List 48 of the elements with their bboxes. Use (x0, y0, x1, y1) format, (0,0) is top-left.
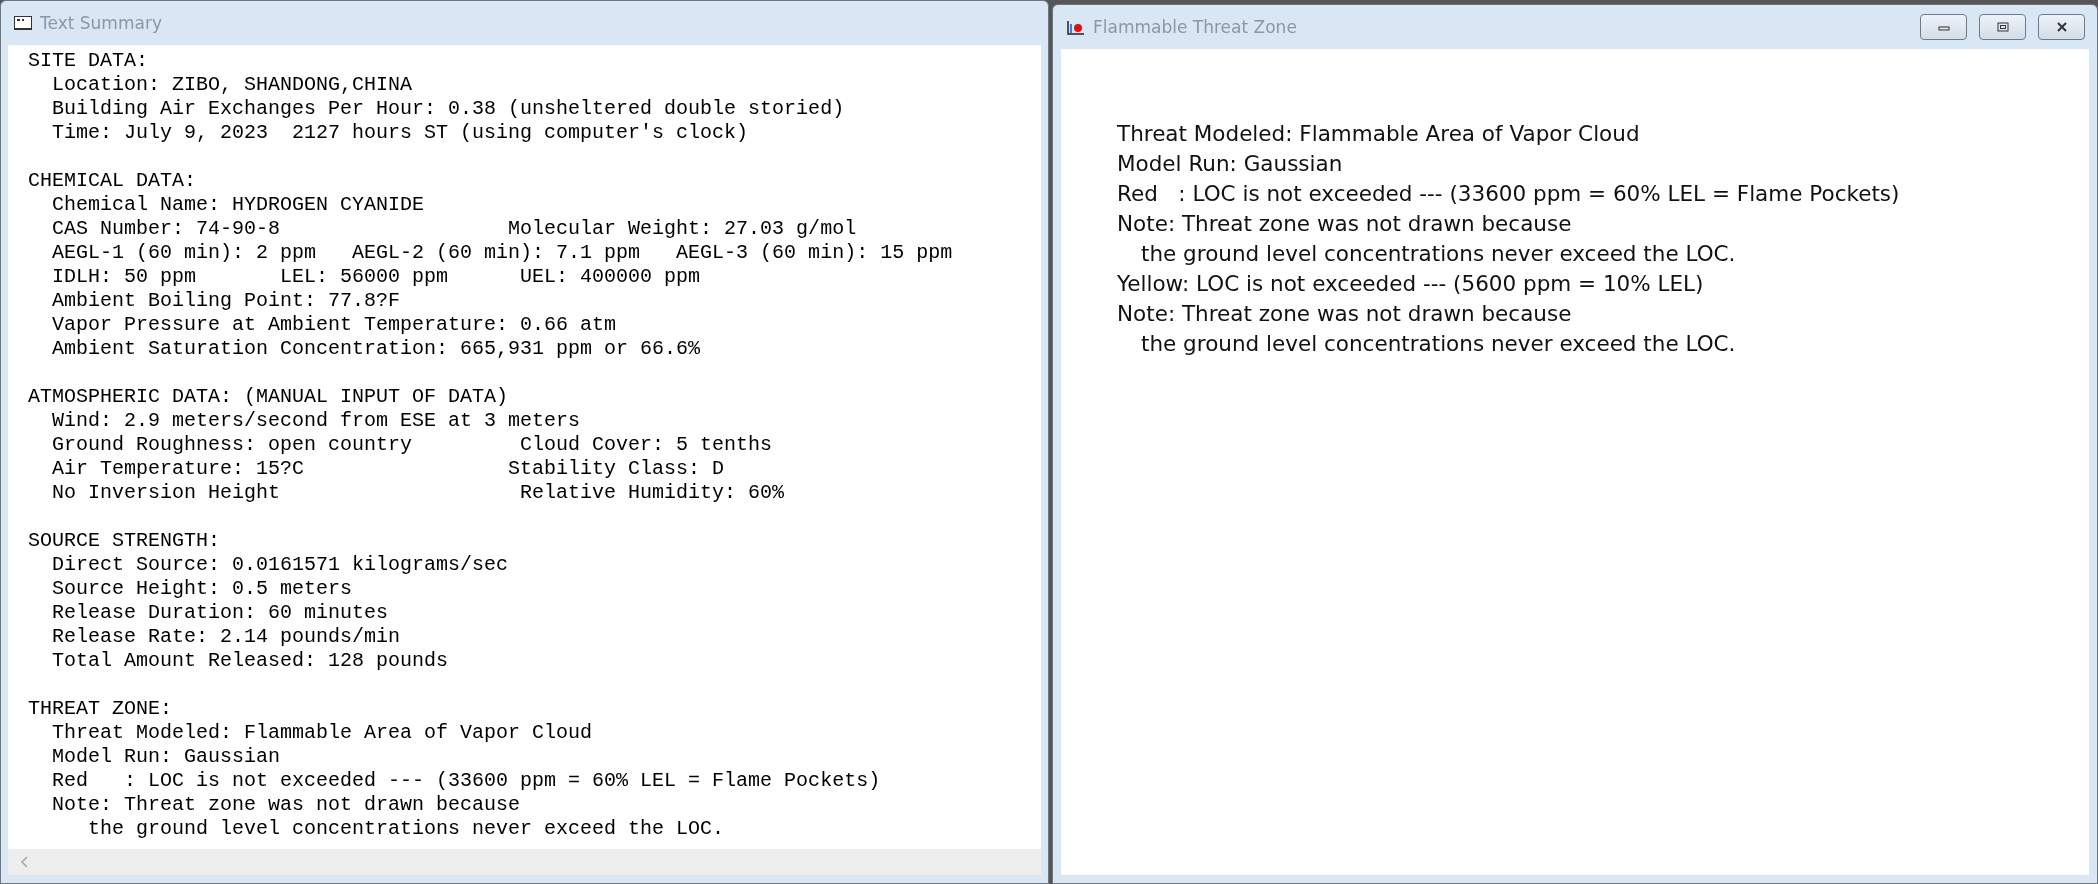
report-line: Yellow: LOC is not exceeded --- (5600 ppm = 10% LEL) (1117, 270, 1704, 298)
minimize-button[interactable] (1920, 14, 1967, 40)
report-line: Threat Modeled: Flammable Area of Vapor Cloud (1117, 120, 1640, 148)
section-heading: CHEMICAL DATA: (28, 169, 197, 193)
summary-line: Vapor Pressure at Ambient Temperature: 0.66 atm (52, 313, 617, 337)
report-line: Model Run: Gaussian (1117, 150, 1343, 178)
summary-line: Air Temperature: 15?C Stability Class: D (52, 457, 725, 481)
scroll-left-icon[interactable] (20, 855, 30, 869)
summary-line: Total Amount Released: 128 pounds (52, 649, 449, 673)
summary-line: No Inversion Height Relative Humidity: 60% (52, 481, 785, 505)
summary-line: AEGL-1 (60 min): 2 ppm AEGL-2 (60 min): 7.1 ppm AEGL-3 (60 min): 15 ppm (52, 241, 953, 265)
section-heading: ATMOSPHERIC DATA: (MANUAL INPUT OF DATA) (28, 385, 509, 409)
section-heading: SITE DATA: (28, 49, 149, 73)
summary-line: Note: Threat zone was not drawn because (52, 793, 521, 817)
summary-line: Model Run: Gaussian (52, 745, 281, 769)
restore-icon (1996, 22, 2009, 32)
section-heading: SOURCE STRENGTH: (28, 529, 221, 553)
summary-line: the ground level concentrations never exceed the LOC. (87, 817, 725, 841)
report-line: Red : LOC is not exceeded --- (33600 ppm = 60% LEL = Flame Pockets) (1117, 180, 1900, 208)
maximize-button[interactable] (1979, 14, 2026, 40)
summary-line: Ground Roughness: open country Cloud Cover: 5 tenths (52, 433, 773, 457)
window-title: Flammable Threat Zone (1093, 17, 1297, 37)
summary-line: Wind: 2.9 meters/second from ESE at 3 meters (52, 409, 581, 433)
section-heading: THREAT ZONE: (28, 697, 173, 721)
summary-line: Threat Modeled: Flammable Area of Vapor Cloud (52, 721, 593, 745)
close-icon (2055, 22, 2068, 32)
report-line: Note: Threat zone was not drawn because (1117, 210, 1572, 238)
text-document-icon (14, 16, 32, 30)
horizontal-scrollbar[interactable] (8, 849, 1041, 875)
summary-line: Time: July 9, 2023 2127 hours ST (using computer's clock) (52, 121, 749, 145)
summary-line: Red : LOC is not exceeded --- (33600 ppm = 60% LEL = Flame Pockets) (52, 769, 881, 793)
summary-line: Release Duration: 60 minutes (52, 601, 389, 625)
summary-line: Ambient Saturation Concentration: 665,931 ppm or 66.6% (52, 337, 701, 361)
report-line: the ground level concentrations never exceed the LOC. (1141, 330, 1736, 358)
chart-icon (1067, 19, 1085, 35)
summary-line: Location: ZIBO, SHANDONG,CHINA (52, 73, 413, 97)
summary-line: IDLH: 50 ppm LEL: 56000 ppm UEL: 400000 ppm (52, 265, 701, 289)
report-line: Note: Threat zone was not drawn because (1117, 300, 1572, 328)
summary-line: Release Rate: 2.14 pounds/min (52, 625, 401, 649)
summary-line: Ambient Boiling Point: 77.8?F (52, 289, 401, 313)
window-title: Text Summary (40, 13, 162, 33)
summary-line: CAS Number: 74-90-8 Molecular Weight: 27.03 g/mol (52, 217, 857, 241)
close-button[interactable] (2038, 14, 2085, 40)
summary-line: Direct Source: 0.0161571 kilograms/sec (52, 553, 509, 577)
summary-line: Building Air Exchanges Per Hour: 0.38 (unsheltered double storied) (52, 97, 845, 121)
summary-line: Source Height: 0.5 meters (52, 577, 353, 601)
report-line: the ground level concentrations never exceed the LOC. (1141, 240, 1736, 268)
summary-line: Chemical Name: HYDROGEN CYANIDE (52, 193, 425, 217)
